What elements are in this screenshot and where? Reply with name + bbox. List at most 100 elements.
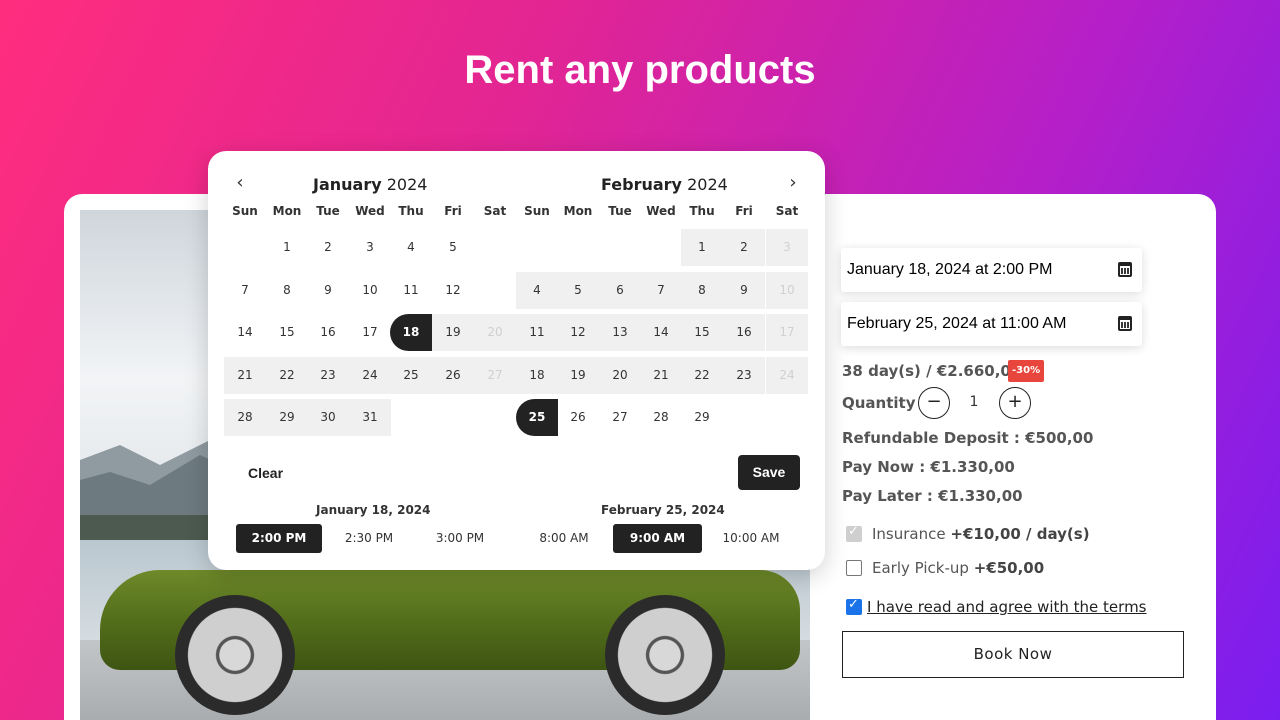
weekday-label: Wed bbox=[355, 204, 385, 218]
early-pickup-price: +€50,00 bbox=[973, 559, 1045, 577]
calendar-day[interactable]: 26 bbox=[432, 357, 474, 394]
calendar-day[interactable]: 14 bbox=[640, 314, 682, 351]
month-name: January bbox=[313, 175, 382, 194]
calendar-day[interactable]: 11 bbox=[516, 314, 558, 351]
calendar-day[interactable]: 8 bbox=[681, 272, 723, 309]
calendar-day[interactable]: 17 bbox=[766, 314, 808, 351]
calendar-day[interactable]: 5 bbox=[557, 272, 599, 309]
calendar-day[interactable]: 3 bbox=[766, 229, 808, 266]
calendar-day[interactable]: 18 bbox=[516, 357, 558, 394]
calendar-day[interactable]: 10 bbox=[349, 272, 391, 309]
time-slot-start-2[interactable]: 2:30 PM bbox=[329, 524, 409, 553]
calendar-day[interactable]: 23 bbox=[723, 357, 765, 394]
book-now-button[interactable]: Book Now bbox=[842, 631, 1184, 678]
calendar-day[interactable]: 20 bbox=[599, 357, 641, 394]
calendar-day[interactable]: 15 bbox=[266, 314, 308, 351]
calendar-day[interactable]: 7 bbox=[224, 272, 266, 309]
time-slot-end-3[interactable]: 10:00 AM bbox=[711, 524, 791, 553]
headline: Rent any products bbox=[464, 48, 816, 92]
month-title-february: February 2024 bbox=[601, 175, 728, 194]
time-slot-end-2[interactable]: 9:00 AM bbox=[613, 524, 702, 553]
early-pickup-label: Early Pick-up bbox=[872, 559, 969, 577]
calendar-day[interactable]: 2 bbox=[307, 229, 349, 266]
calendar-day[interactable]: 9 bbox=[307, 272, 349, 309]
time-slot-start-3[interactable]: 3:00 PM bbox=[420, 524, 500, 553]
calendar-day[interactable]: 2 bbox=[723, 229, 765, 266]
calendar-day[interactable]: 4 bbox=[516, 272, 558, 309]
time-slot-end-1[interactable]: 8:00 AM bbox=[524, 524, 604, 553]
calendar-day[interactable]: 30 bbox=[307, 399, 349, 436]
calendar-day[interactable]: 29 bbox=[681, 399, 723, 436]
weekday-label: Tue bbox=[316, 204, 340, 218]
calendar-day[interactable]: 8 bbox=[266, 272, 308, 309]
car-rear-wheel bbox=[605, 595, 725, 715]
calendar-empty-cell bbox=[432, 399, 474, 436]
calendar-day[interactable]: 6 bbox=[599, 272, 641, 309]
weekday-label: Thu bbox=[689, 204, 715, 218]
calendar-day[interactable]: 24 bbox=[349, 357, 391, 394]
quantity-value: 1 bbox=[969, 394, 979, 410]
save-button[interactable]: Save bbox=[738, 455, 800, 490]
end-date-value: February 25, 2024 at 11:00 AM bbox=[847, 315, 1067, 332]
calendar-day[interactable]: 12 bbox=[557, 314, 599, 351]
chevron-left-icon[interactable]: ‹ bbox=[230, 172, 250, 193]
calendar-icon[interactable] bbox=[1118, 262, 1132, 277]
calendar-day[interactable]: 13 bbox=[599, 314, 641, 351]
calendar-day[interactable]: 20 bbox=[474, 314, 516, 351]
calendar-day[interactable]: 12 bbox=[432, 272, 474, 309]
calendar-day[interactable]: 16 bbox=[307, 314, 349, 351]
early-pickup-checkbox[interactable] bbox=[846, 560, 862, 576]
quantity-increase-button[interactable]: + bbox=[999, 387, 1031, 419]
chevron-right-icon[interactable]: › bbox=[783, 172, 803, 193]
calendar-day[interactable]: 1 bbox=[681, 229, 723, 266]
calendar-icon[interactable] bbox=[1118, 316, 1132, 331]
time-slot-start-1[interactable]: 2:00 PM bbox=[236, 524, 322, 553]
calendar-day[interactable]: 31 bbox=[349, 399, 391, 436]
calendar-day[interactable]: 28 bbox=[640, 399, 682, 436]
calendar-day[interactable]: 19 bbox=[557, 357, 599, 394]
terms-link[interactable]: I have read and agree with the terms bbox=[867, 598, 1147, 616]
quantity-decrease-button[interactable]: − bbox=[918, 387, 950, 419]
calendar-day[interactable]: 4 bbox=[390, 229, 432, 266]
calendar-day[interactable]: 3 bbox=[349, 229, 391, 266]
calendar-day[interactable]: 26 bbox=[557, 399, 599, 436]
end-date-field[interactable]: February 25, 2024 at 11:00 AM bbox=[841, 302, 1142, 346]
calendar-empty-cell bbox=[390, 399, 432, 436]
calendar-day[interactable]: 24 bbox=[766, 357, 808, 394]
calendar-day[interactable]: 21 bbox=[640, 357, 682, 394]
calendar-day[interactable]: 22 bbox=[681, 357, 723, 394]
calendar-day[interactable]: 1 bbox=[266, 229, 308, 266]
calendar-day[interactable]: 28 bbox=[224, 399, 266, 436]
calendar-day[interactable]: 18 bbox=[390, 314, 432, 351]
calendar-day[interactable]: 5 bbox=[432, 229, 474, 266]
discount-badge: -30% bbox=[1008, 360, 1045, 382]
weekday-label: Wed bbox=[646, 204, 676, 218]
weekday-label: Fri bbox=[444, 204, 462, 218]
calendar-day[interactable]: 21 bbox=[224, 357, 266, 394]
pay-later: Pay Later : €1.330,00 bbox=[842, 487, 1023, 505]
start-date-field[interactable]: January 18, 2024 at 2:00 PM bbox=[841, 248, 1142, 292]
calendar-day[interactable]: 9 bbox=[723, 272, 765, 309]
insurance-checkbox[interactable] bbox=[846, 524, 862, 542]
weekday-label: Mon bbox=[272, 204, 302, 218]
calendar-day[interactable]: 22 bbox=[266, 357, 308, 394]
calendar-day[interactable]: 16 bbox=[723, 314, 765, 351]
calendar-day[interactable]: 25 bbox=[516, 399, 558, 436]
calendar-day[interactable]: 27 bbox=[474, 357, 516, 394]
calendar-day[interactable]: 11 bbox=[390, 272, 432, 309]
terms-checkbox[interactable] bbox=[846, 597, 862, 615]
calendar-day[interactable]: 7 bbox=[640, 272, 682, 309]
calendar-empty-cell bbox=[640, 229, 682, 266]
calendar-day[interactable]: 19 bbox=[432, 314, 474, 351]
insurance-label: Insurance bbox=[872, 525, 946, 543]
calendar-day[interactable]: 14 bbox=[224, 314, 266, 351]
calendar-empty-cell bbox=[224, 229, 266, 266]
calendar-day[interactable]: 10 bbox=[766, 272, 808, 309]
calendar-day[interactable]: 15 bbox=[681, 314, 723, 351]
calendar-day[interactable]: 27 bbox=[599, 399, 641, 436]
calendar-day[interactable]: 29 bbox=[266, 399, 308, 436]
calendar-day[interactable]: 23 bbox=[307, 357, 349, 394]
clear-button[interactable]: Clear bbox=[236, 462, 295, 484]
calendar-day[interactable]: 25 bbox=[390, 357, 432, 394]
calendar-day[interactable]: 17 bbox=[349, 314, 391, 351]
